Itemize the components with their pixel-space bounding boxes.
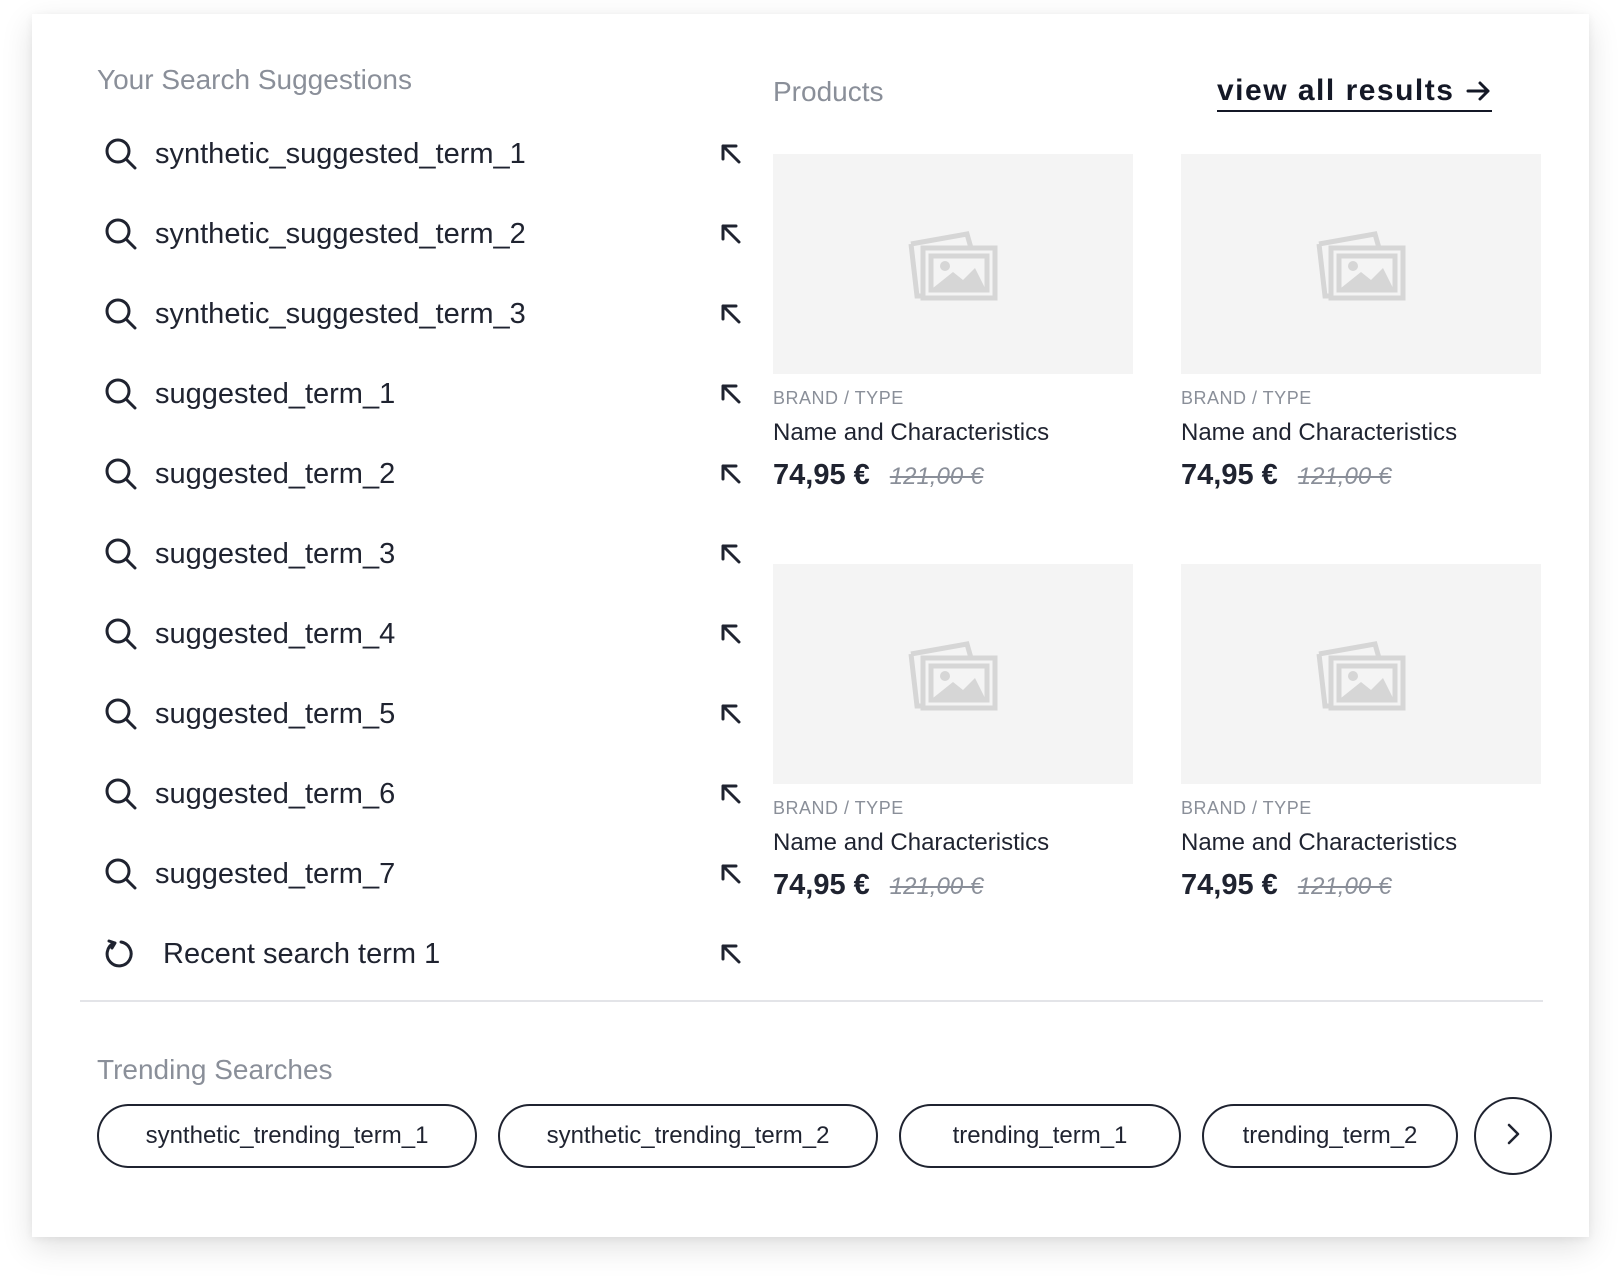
next-trending-button[interactable] [1474, 1097, 1552, 1175]
suggestion-label: suggested_term_5 [155, 697, 396, 730]
arrow-up-left-icon[interactable] [717, 620, 745, 648]
suggestion-label: synthetic_suggested_term_1 [155, 137, 526, 170]
suggestion-item[interactable]: suggested_term_2 [97, 434, 757, 514]
trending-chip[interactable]: trending_term_1 [899, 1104, 1181, 1168]
product-price: 74,95 € [773, 459, 870, 491]
arrow-up-left-icon[interactable] [717, 460, 745, 488]
arrow-up-left-icon[interactable] [717, 540, 745, 568]
search-suggestions-panel: Your Search Suggestions synthetic_sugges… [32, 14, 1589, 1237]
arrow-up-left-icon[interactable] [717, 700, 745, 728]
image-placeholder-icon [773, 154, 1133, 374]
product-name: Name and Characteristics [1181, 419, 1458, 446]
history-icon [103, 936, 139, 972]
product-brand: BRAND / TYPE [1181, 798, 1312, 818]
search-icon [103, 376, 139, 412]
image-placeholder-icon [1181, 154, 1541, 374]
suggestion-label: suggested_term_7 [155, 857, 396, 890]
suggestion-item[interactable]: synthetic_suggested_term_3 [97, 274, 757, 354]
arrow-up-left-icon[interactable] [717, 780, 745, 808]
suggestion-item[interactable]: synthetic_suggested_term_1 [97, 114, 757, 194]
chevron-right-icon [1502, 1121, 1524, 1152]
product-price: 74,95 € [1181, 869, 1278, 901]
suggestion-label: suggested_term_2 [155, 457, 396, 490]
arrow-up-left-icon[interactable] [717, 380, 745, 408]
suggestion-item[interactable]: suggested_term_5 [97, 674, 757, 754]
suggestion-item[interactable]: synthetic_suggested_term_2 [97, 194, 757, 274]
product-old-price: 121,00 € [889, 873, 984, 900]
suggestions-title: Your Search Suggestions [97, 64, 412, 95]
arrow-up-left-icon[interactable] [717, 300, 745, 328]
product-brand: BRAND / TYPE [1181, 388, 1312, 408]
arrow-up-left-icon[interactable] [717, 860, 745, 888]
search-icon [103, 296, 139, 332]
search-icon [103, 216, 139, 252]
suggestion-label: synthetic_suggested_term_2 [155, 217, 526, 250]
suggestion-label: Recent search term 1 [163, 937, 441, 970]
product-name: Name and Characteristics [1181, 829, 1458, 856]
search-icon [103, 456, 139, 492]
section-divider [80, 1000, 1543, 1002]
search-icon [103, 136, 139, 172]
product-price: 74,95 € [1181, 459, 1278, 491]
recent-search-item[interactable]: Recent search term 1 [97, 914, 757, 994]
trending-chip[interactable]: synthetic_trending_term_1 [97, 1104, 477, 1168]
search-icon [103, 536, 139, 572]
suggestion-item[interactable]: suggested_term_4 [97, 594, 757, 674]
arrow-up-left-icon[interactable] [717, 940, 745, 968]
trending-chip[interactable]: trending_term_2 [1202, 1104, 1458, 1168]
image-placeholder-icon [1181, 564, 1541, 784]
arrow-right-icon [1466, 80, 1492, 102]
product-card[interactable]: BRAND / TYPE Name and Characteristics 74… [773, 564, 1133, 902]
product-price: 74,95 € [773, 869, 870, 901]
view-all-results-link[interactable]: view all results [1217, 74, 1493, 112]
search-icon [103, 616, 139, 652]
view-all-label: view all results [1217, 74, 1455, 107]
product-card[interactable]: BRAND / TYPE Name and Characteristics 74… [1181, 154, 1541, 492]
suggestion-item[interactable]: suggested_term_6 [97, 754, 757, 834]
search-icon [103, 776, 139, 812]
product-old-price: 121,00 € [1297, 463, 1392, 490]
product-old-price: 121,00 € [889, 463, 984, 490]
suggestion-label: suggested_term_6 [155, 777, 396, 810]
suggestion-item[interactable]: suggested_term_7 [97, 834, 757, 914]
product-card[interactable]: BRAND / TYPE Name and Characteristics 74… [773, 154, 1133, 492]
trending-title: Trending Searches [97, 1054, 333, 1085]
suggestion-item[interactable]: suggested_term_3 [97, 514, 757, 594]
image-placeholder-icon [773, 564, 1133, 784]
product-card[interactable]: BRAND / TYPE Name and Characteristics 74… [1181, 564, 1541, 902]
suggestion-list: synthetic_suggested_term_1 synthetic_sug… [97, 114, 757, 994]
suggestion-item[interactable]: suggested_term_1 [97, 354, 757, 434]
product-name: Name and Characteristics [773, 419, 1050, 446]
product-name: Name and Characteristics [773, 829, 1050, 856]
trending-chips: synthetic_trending_term_1 synthetic_tren… [97, 1104, 1479, 1168]
arrow-up-left-icon[interactable] [717, 140, 745, 168]
search-icon [103, 856, 139, 892]
product-grid: BRAND / TYPE Name and Characteristics 74… [773, 154, 1543, 902]
products-title: Products [773, 76, 884, 107]
suggestion-label: suggested_term_4 [155, 617, 396, 650]
suggestion-label: suggested_term_3 [155, 537, 396, 570]
product-brand: BRAND / TYPE [773, 388, 904, 408]
suggestion-label: synthetic_suggested_term_3 [155, 297, 526, 330]
search-icon [103, 696, 139, 732]
suggestion-label: suggested_term_1 [155, 377, 396, 410]
arrow-up-left-icon[interactable] [717, 220, 745, 248]
trending-chip[interactable]: synthetic_trending_term_2 [498, 1104, 878, 1168]
product-old-price: 121,00 € [1297, 873, 1392, 900]
product-brand: BRAND / TYPE [773, 798, 904, 818]
